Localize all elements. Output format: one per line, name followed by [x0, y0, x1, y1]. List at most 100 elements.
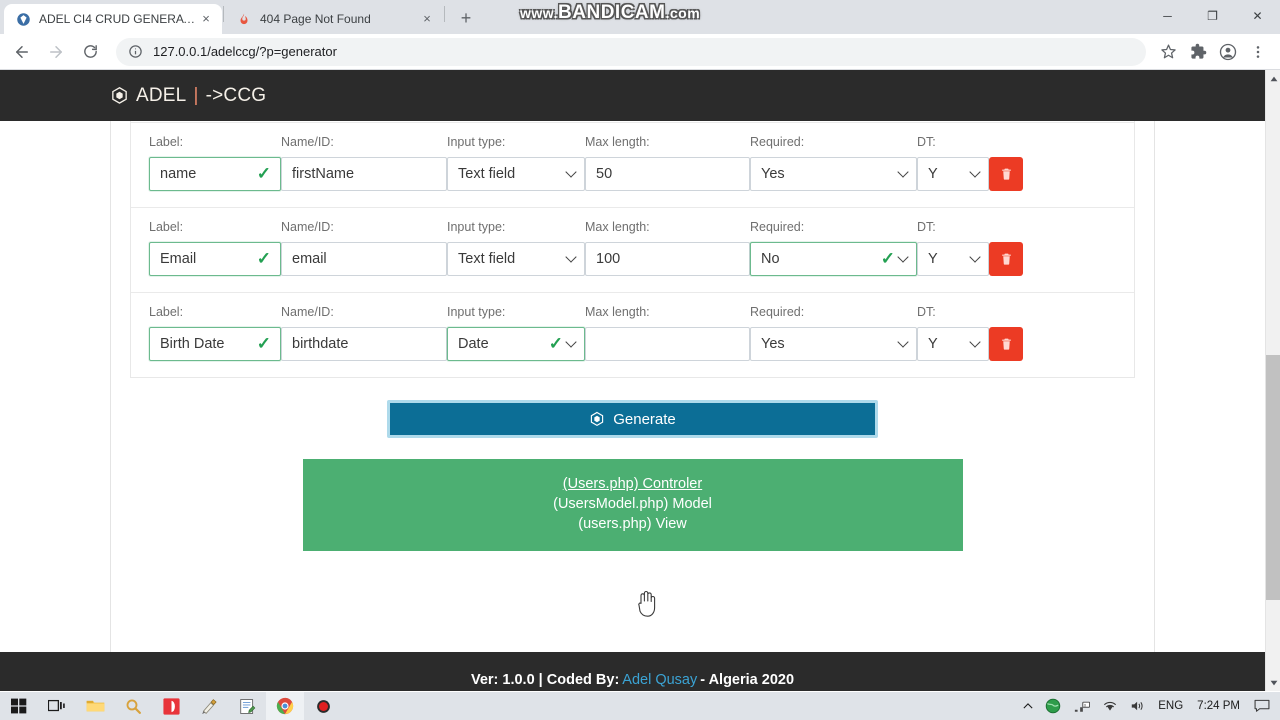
- row-3-type-select[interactable]: Date: [447, 327, 585, 361]
- wifi-icon[interactable]: [1096, 692, 1124, 720]
- extensions-puzzle-icon[interactable]: [1184, 38, 1212, 66]
- windows-start-icon[interactable]: [0, 692, 38, 720]
- window-minimize-button[interactable]: ─: [1145, 0, 1190, 32]
- row-2-type-select[interactable]: Text field: [447, 242, 585, 276]
- trash-icon: [1001, 168, 1011, 180]
- row-3-dt-col: DT: Y: [917, 305, 989, 361]
- row-2-delete-button[interactable]: [989, 242, 1023, 276]
- result-controller-line: (Users.php) Controler: [303, 474, 963, 494]
- window-close-button[interactable]: ✕: [1235, 0, 1280, 32]
- row-2-label-input[interactable]: [149, 242, 281, 276]
- row-1-required-select[interactable]: Yes: [750, 157, 917, 191]
- browser-tab-1-close-icon[interactable]: ×: [198, 11, 214, 27]
- forward-icon[interactable]: [42, 38, 70, 66]
- app-brand[interactable]: ADEL | ->CCG: [110, 85, 266, 107]
- record-icon[interactable]: [304, 692, 342, 720]
- row-3-maxlen-col: Max length:: [585, 305, 750, 361]
- brand-prefix: ADEL: [136, 84, 187, 106]
- delete-caption-spacer: .: [989, 305, 1049, 320]
- tray-chevron-up-icon[interactable]: [1017, 692, 1039, 720]
- row-3-delete-button[interactable]: [989, 327, 1023, 361]
- browser-tab-2-close-icon[interactable]: ×: [419, 11, 435, 27]
- cube-icon: [591, 411, 604, 427]
- trash-icon: [1001, 253, 1011, 265]
- row-3-maxlen-input[interactable]: [585, 327, 750, 361]
- row-2-maxlen-input[interactable]: [585, 242, 750, 276]
- table-row: Label: ✓ Name/ID:: [131, 292, 1134, 377]
- search-icon[interactable]: [114, 692, 152, 720]
- profile-avatar-icon[interactable]: [1214, 38, 1242, 66]
- tray-clock[interactable]: 7:24 PM: [1189, 700, 1248, 712]
- reload-icon[interactable]: [76, 38, 104, 66]
- delete-caption-spacer: .: [989, 135, 1049, 150]
- back-icon[interactable]: [8, 38, 36, 66]
- row-1-label-col: Label: ✓: [149, 135, 281, 191]
- browser-tab-bar: ADEL CI4 CRUD GENERATOR × 404 Page Not F…: [0, 0, 1280, 34]
- notification-icon[interactable]: [1248, 692, 1276, 720]
- window-controls: ─ ❐ ✕: [1145, 0, 1280, 32]
- opera-icon[interactable]: [152, 692, 190, 720]
- new-tab-button[interactable]: +: [452, 4, 480, 32]
- page-footer: Ver: 1.0.0 | Coded By: Adel Qusay - Alge…: [0, 652, 1265, 691]
- generator-card: Label: ✓ Name/ID:: [110, 70, 1155, 691]
- row-2-name-input[interactable]: [281, 242, 447, 276]
- row-1-type-select[interactable]: Text field: [447, 157, 585, 191]
- generate-button-label: Generate: [613, 410, 676, 428]
- address-bar-url: 127.0.0.1/adelccg/?p=generator: [153, 44, 337, 59]
- scroll-down-arrow-icon[interactable]: [1266, 674, 1280, 691]
- row-1-name-input[interactable]: [281, 157, 447, 191]
- row-1-dt-select[interactable]: Y: [917, 157, 989, 191]
- browser-toolbar: 127.0.0.1/adelccg/?p=generator: [0, 34, 1280, 70]
- page-scrollbar[interactable]: [1265, 70, 1280, 691]
- chrome-icon[interactable]: [266, 692, 304, 720]
- notepad-icon[interactable]: [228, 692, 266, 720]
- site-info-icon[interactable]: [128, 44, 144, 60]
- result-panel: (Users.php) Controler (UsersModel.php) M…: [302, 459, 963, 551]
- row-1-delete-button[interactable]: [989, 157, 1023, 191]
- input-type-caption: Input type:: [447, 135, 506, 149]
- row-1-maxlen-input[interactable]: [585, 157, 750, 191]
- row-2-label-col: Label: ✓: [149, 220, 281, 276]
- max-length-caption: Max length:: [585, 305, 650, 319]
- bookmark-star-icon[interactable]: [1154, 38, 1182, 66]
- globe-icon[interactable]: [1039, 692, 1067, 720]
- controller-file-link[interactable]: (Users.php) Controler: [563, 476, 702, 492]
- browser-tab-1[interactable]: ADEL CI4 CRUD GENERATOR ×: [4, 4, 222, 34]
- tab-divider: [223, 5, 224, 22]
- table-row: Label: ✓ Name/ID:: [131, 122, 1134, 207]
- browser-tab-2[interactable]: 404 Page Not Found ×: [225, 4, 443, 34]
- volume-icon[interactable]: [1124, 692, 1152, 720]
- row-2-dt-select[interactable]: Y: [917, 242, 989, 276]
- brand-separator: |: [193, 84, 199, 106]
- row-3-name-col: Name/ID:: [281, 305, 447, 361]
- row-2-required-select[interactable]: No: [750, 242, 917, 276]
- scroll-up-arrow-icon[interactable]: [1266, 70, 1280, 87]
- file-explorer-icon[interactable]: [76, 692, 114, 720]
- row-3-required-select[interactable]: Yes: [750, 327, 917, 361]
- row-2-required-col: Required: No ✓: [750, 220, 917, 276]
- row-1-type-col: Input type: Text field: [447, 135, 585, 191]
- paint-icon[interactable]: [190, 692, 228, 720]
- window-maximize-button[interactable]: ❐: [1190, 0, 1235, 32]
- row-3-label-input[interactable]: [149, 327, 281, 361]
- footer-author-link[interactable]: Adel Qusay: [622, 672, 697, 688]
- row-3-name-input[interactable]: [281, 327, 447, 361]
- delete-caption-spacer: .: [989, 220, 1049, 235]
- row-1-name-col: Name/ID:: [281, 135, 447, 191]
- dt-caption: DT:: [917, 135, 936, 149]
- generate-button[interactable]: Generate: [387, 400, 878, 438]
- result-model-line: (UsersModel.php) Model: [553, 496, 712, 512]
- scrollbar-thumb[interactable]: [1266, 355, 1280, 600]
- name-caption: Name/ID:: [281, 220, 334, 234]
- row-1-label-input[interactable]: [149, 157, 281, 191]
- address-bar[interactable]: 127.0.0.1/adelccg/?p=generator: [116, 37, 1146, 66]
- watermark-prefix: www.: [520, 5, 559, 21]
- chrome-menu-icon[interactable]: [1244, 38, 1272, 66]
- network-icon[interactable]: x: [1067, 692, 1096, 720]
- row-3-dt-select[interactable]: Y: [917, 327, 989, 361]
- tray-language[interactable]: ENG: [1152, 692, 1189, 720]
- task-view-icon[interactable]: [38, 692, 76, 720]
- row-2-dt-col: DT: Y: [917, 220, 989, 276]
- windows-taskbar: x ENG 7:24 PM: [0, 692, 1280, 720]
- browser-tab-1-title: ADEL CI4 CRUD GENERATOR: [39, 12, 198, 26]
